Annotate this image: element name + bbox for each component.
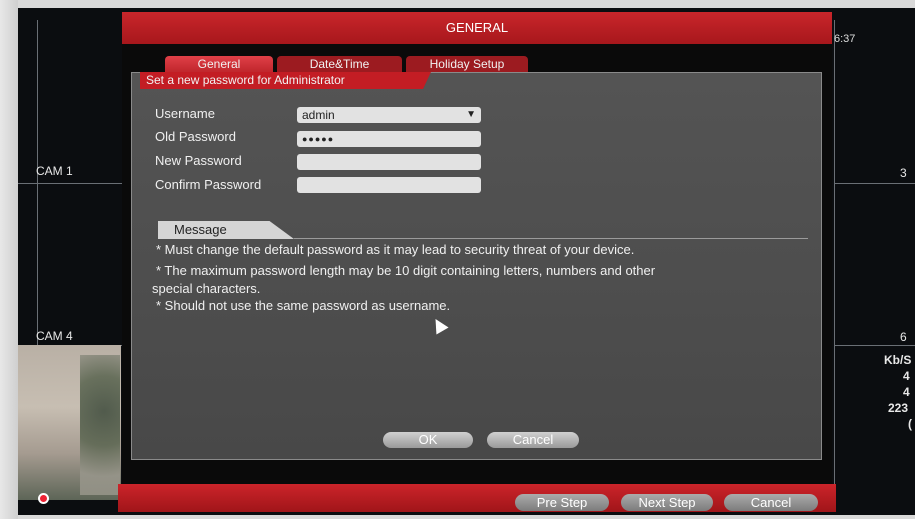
message-line: special characters. bbox=[152, 281, 261, 296]
grid-line bbox=[834, 345, 915, 346]
message-line: * The maximum password length may be 10 … bbox=[156, 263, 656, 278]
new-password-field[interactable] bbox=[297, 154, 481, 170]
username-value: admin bbox=[302, 108, 335, 122]
camera-feed-tree bbox=[80, 355, 120, 495]
cam1-label: CAM 1 bbox=[36, 164, 73, 178]
cam3-label: 3 bbox=[900, 166, 907, 180]
message-line: * Should not use the same password as us… bbox=[156, 298, 451, 313]
camera-feed bbox=[18, 345, 121, 500]
cam6-label: 6 bbox=[900, 330, 907, 344]
tab-date-time[interactable]: Date&Time bbox=[277, 56, 402, 72]
monitor-bezel bbox=[0, 0, 18, 519]
confirm-password-label: Confirm Password bbox=[155, 177, 262, 192]
bitrate-value: ( bbox=[908, 417, 912, 431]
tab-general[interactable]: General bbox=[165, 56, 273, 72]
next-step-button[interactable]: Next Step bbox=[621, 494, 713, 511]
message-line: * Must change the default password as it… bbox=[156, 242, 635, 257]
old-password-label: Old Password bbox=[155, 129, 236, 144]
new-password-label: New Password bbox=[155, 153, 242, 168]
footer-cancel-button[interactable]: Cancel bbox=[724, 494, 818, 511]
username-label: Username bbox=[155, 106, 215, 121]
window-title: GENERAL bbox=[445, 20, 509, 35]
bitrate-header: Kb/S bbox=[884, 353, 912, 367]
grid-line bbox=[834, 20, 835, 485]
bitrate-value: 4 bbox=[903, 369, 910, 383]
cam4-label: CAM 4 bbox=[36, 329, 73, 343]
clock: 6:37 bbox=[834, 33, 856, 45]
pre-step-button[interactable]: Pre Step bbox=[515, 494, 609, 511]
tab-holiday-setup[interactable]: Holiday Setup bbox=[406, 56, 528, 72]
confirm-password-field[interactable] bbox=[297, 177, 481, 193]
old-password-field[interactable]: ●●●●● bbox=[297, 131, 481, 147]
username-select[interactable]: admin ▼ bbox=[297, 107, 481, 123]
grid-line bbox=[37, 20, 38, 345]
panel-heading: Set a new password for Administrator bbox=[140, 72, 431, 89]
divider bbox=[294, 238, 808, 239]
record-icon bbox=[38, 493, 49, 504]
grid-line bbox=[18, 183, 122, 184]
title-bar: GENERAL bbox=[122, 12, 832, 44]
bitrate-value: 223 bbox=[888, 401, 909, 415]
cancel-button[interactable]: Cancel bbox=[487, 432, 579, 448]
chevron-down-icon: ▼ bbox=[466, 109, 476, 120]
bitrate-value: 4 bbox=[903, 385, 910, 399]
ok-button[interactable]: OK bbox=[383, 432, 473, 448]
grid-line bbox=[834, 183, 915, 184]
